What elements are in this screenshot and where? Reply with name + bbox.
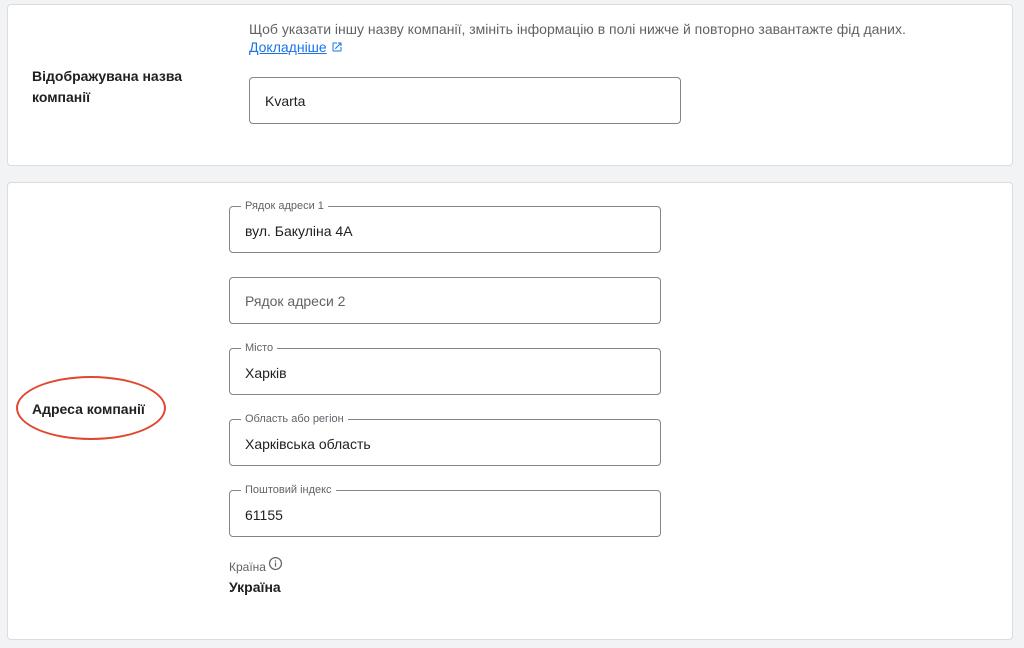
learn-more-link[interactable]: Докладніше: [249, 39, 327, 55]
city-field[interactable]: Місто: [229, 342, 661, 395]
city-input[interactable]: [230, 349, 660, 394]
address-line-2-input[interactable]: [230, 278, 660, 323]
address-line-1-field[interactable]: Рядок адреси 1: [229, 200, 661, 253]
address-label: Адреса компанії: [32, 401, 145, 417]
address-line-1-input[interactable]: [230, 207, 660, 252]
region-field[interactable]: Область або регіон: [229, 413, 661, 466]
country-value: Україна: [229, 579, 281, 595]
display-name-input[interactable]: [250, 78, 680, 123]
display-name-hint-text: Щоб указати іншу назву компанії, змініть…: [249, 21, 906, 37]
display-name-label: Відображувана назва компанії: [32, 68, 183, 105]
region-input[interactable]: [230, 420, 660, 465]
info-icon[interactable]: [268, 556, 283, 576]
display-name-field[interactable]: [249, 77, 681, 124]
display-name-card: Відображувана назва компанії Щоб указати…: [7, 4, 1013, 166]
address-line-2-field[interactable]: [229, 277, 661, 324]
display-name-hint: Щоб указати іншу назву компанії, змініть…: [249, 20, 969, 57]
country-label: Країна: [229, 560, 266, 574]
learn-more-link-text[interactable]: Докладніше: [249, 39, 327, 55]
postal-code-input[interactable]: [230, 491, 660, 536]
address-card: Адреса компанії Рядок адреси 1 Місто Обл…: [7, 182, 1013, 640]
open-in-new-icon[interactable]: [331, 39, 343, 57]
postal-code-field[interactable]: Поштовий індекс: [229, 484, 661, 537]
